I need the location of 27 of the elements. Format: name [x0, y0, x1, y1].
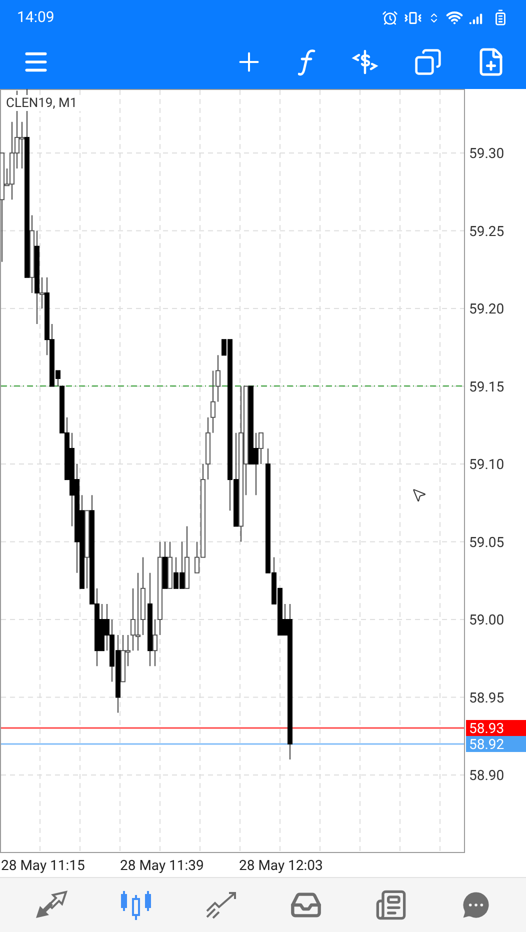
windows-icon[interactable] [414, 48, 442, 76]
dollar-swap-icon[interactable] [350, 49, 380, 75]
price-label: 59.05 [469, 534, 504, 551]
newspaper-icon[interactable] [374, 889, 406, 921]
alarm-icon [382, 10, 398, 26]
price-label: 58.95 [469, 690, 504, 706]
price-label: 59.10 [469, 457, 504, 473]
time-label: 28 May 11:15 [1, 858, 85, 874]
time-label: 28 May 11:39 [120, 858, 204, 874]
price-tag: 58.93 [466, 720, 526, 737]
clock-time: 14:09 [17, 7, 54, 28]
price-label: 58.90 [469, 768, 504, 784]
price-label: 59.30 [469, 146, 504, 162]
price-label: 59.20 [469, 302, 504, 318]
symbol-label: CLEN19, M1 [6, 96, 78, 111]
mouse-pointer-icon [411, 487, 427, 503]
data-arrows-icon [428, 12, 440, 24]
price-tag: 58.92 [466, 736, 526, 753]
trend-chart-icon[interactable] [204, 891, 236, 919]
time-label: 28 May 12:03 [239, 858, 323, 874]
trade-arrows-icon[interactable] [34, 890, 68, 920]
candlestick-icon[interactable] [118, 889, 152, 921]
price-label: 59.00 [469, 612, 504, 628]
function-icon[interactable] [298, 48, 316, 76]
price-label: 59.25 [469, 224, 504, 240]
price-label: 59.15 [469, 379, 504, 396]
wifi-icon [446, 9, 463, 26]
